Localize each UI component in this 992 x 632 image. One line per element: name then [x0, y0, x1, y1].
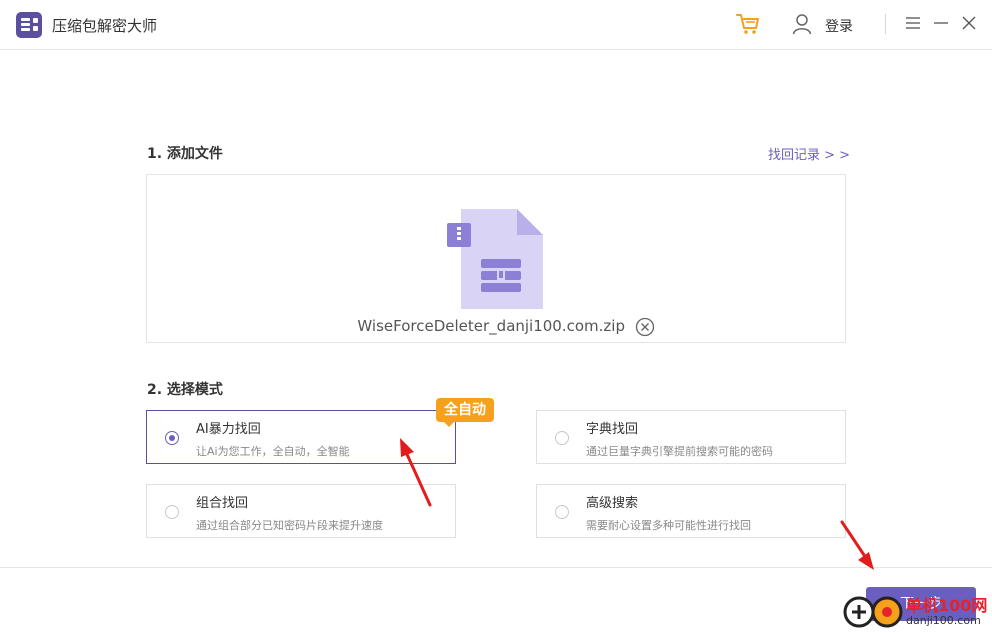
app-logo-icon: [16, 12, 42, 38]
watermark-text: 单机100网: [906, 596, 988, 615]
mode-radio-advanced[interactable]: [555, 505, 569, 519]
history-link[interactable]: 找回记录 > >: [768, 144, 850, 163]
titlebar-divider: [885, 14, 886, 34]
mode-card-combination[interactable]: 组合找回 通过组合部分已知密码片段来提升速度: [146, 484, 456, 538]
cart-icon[interactable]: [736, 13, 760, 35]
title-bar: 压缩包解密大师 登录: [0, 0, 992, 50]
section-select-mode-title: 2. 选择模式: [147, 382, 223, 398]
login-link[interactable]: 登录: [825, 16, 853, 36]
mode-radio-dictionary[interactable]: [555, 431, 569, 445]
user-icon[interactable]: [792, 13, 812, 35]
mode-title: 字典找回: [586, 422, 639, 437]
mode-desc: 让Ai为您工作，全自动，全智能: [196, 445, 350, 458]
mode-desc: 通过组合部分已知密码片段来提升速度: [196, 519, 383, 532]
auto-badge: 全自动: [436, 398, 494, 427]
mode-radio-combination[interactable]: [165, 505, 179, 519]
mode-card-dictionary[interactable]: 字典找回 通过巨量字典引擎提前搜索可能的密码: [536, 410, 846, 464]
footer-divider: [0, 567, 992, 568]
minimize-icon[interactable]: [932, 14, 950, 32]
menu-icon[interactable]: [904, 14, 922, 32]
mode-card-ai[interactable]: AI暴力找回 让Ai为您工作，全自动，全智能: [146, 410, 456, 464]
file-drop-zone[interactable]: WiseForceDeleter_danji100.com.zip: [146, 174, 846, 343]
mode-title: 组合找回: [196, 496, 249, 511]
mode-title: AI暴力找回: [196, 422, 261, 437]
app-title: 压缩包解密大师: [52, 17, 158, 35]
close-icon[interactable]: [960, 14, 978, 32]
mode-radio-ai[interactable]: [165, 431, 179, 445]
section-add-file-title: 1. 添加文件: [147, 146, 223, 162]
mode-desc: 需要耐心设置多种可能性进行找回: [586, 519, 751, 532]
file-name: WiseForceDeleter_danji100.com.zip: [357, 317, 625, 335]
mode-desc: 通过巨量字典引擎提前搜索可能的密码: [586, 445, 773, 458]
zip-file-icon: [447, 209, 543, 309]
mode-card-advanced[interactable]: 高级搜索 需要耐心设置多种可能性进行找回: [536, 484, 846, 538]
mode-title: 高级搜索: [586, 496, 639, 511]
watermark-url: danji100.com: [906, 614, 981, 627]
watermark-logo-icon: [843, 596, 903, 628]
remove-file-icon[interactable]: [635, 317, 655, 337]
